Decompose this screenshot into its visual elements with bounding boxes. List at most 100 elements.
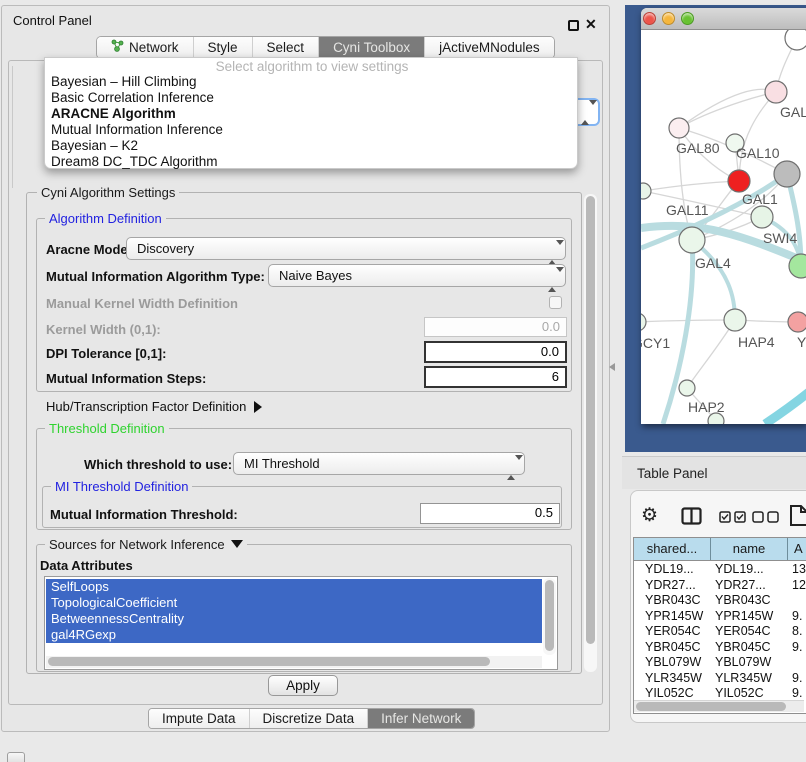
tab-select[interactable]: Select bbox=[252, 37, 319, 58]
list-item[interactable]: TopologicalCoefficient bbox=[46, 595, 542, 611]
node-label: GAL80 bbox=[676, 140, 720, 156]
algorithm-dropdown-popup: Select algorithm to view settings Bayesi… bbox=[44, 57, 578, 169]
data-attributes-label: Data Attributes bbox=[40, 558, 133, 573]
column-header[interactable]: name bbox=[711, 538, 788, 560]
menu-item[interactable]: Basic Correlation Inference bbox=[47, 90, 575, 106]
dpi-tolerance-input[interactable]: 0.0 bbox=[424, 341, 567, 363]
network-node bbox=[679, 380, 695, 396]
hub-tf-definition-toggle[interactable]: Hub/Transcription Factor Definition bbox=[46, 399, 262, 414]
mi-threshold-label: Mutual Information Threshold: bbox=[50, 507, 238, 522]
node-label: GAL10 bbox=[736, 145, 780, 161]
tab-impute-data[interactable]: Impute Data bbox=[149, 709, 249, 728]
kernel-width-label: Kernel Width (0,1): bbox=[46, 322, 161, 337]
menu-item[interactable]: Bayesian – K2 bbox=[47, 138, 575, 154]
tab-network[interactable]: Network bbox=[97, 37, 193, 58]
table-row[interactable]: YLR345W YLR345W 9. bbox=[634, 671, 806, 687]
restore-panel-button[interactable] bbox=[7, 752, 25, 762]
mi-algorithm-type-select[interactable]: Naive Bayes bbox=[268, 264, 566, 287]
network-node bbox=[788, 312, 806, 332]
column-selector-icon[interactable] bbox=[681, 507, 702, 528]
aracne-mode-select[interactable]: Discovery bbox=[126, 237, 566, 260]
split-pane-collapse-icon[interactable] bbox=[609, 363, 615, 371]
combo-arrows-icon bbox=[507, 457, 516, 478]
node-table: shared... name A YDL19... YDL19... 13 YD… bbox=[633, 537, 806, 714]
network-node bbox=[669, 118, 689, 138]
combo-arrows-icon bbox=[548, 269, 557, 290]
node-label: GAL bbox=[780, 104, 806, 120]
table-row[interactable]: YBR043C YBR043C bbox=[634, 593, 806, 609]
algorithm-definition-title: Algorithm Definition bbox=[45, 211, 166, 226]
node-label: HAP2 bbox=[688, 399, 725, 415]
tab-cyni-toolbox[interactable]: Cyni Toolbox bbox=[318, 37, 424, 58]
table-panel-title: Table Panel bbox=[622, 456, 806, 489]
table-row[interactable]: YDL19... YDL19... 13 bbox=[634, 562, 806, 578]
tab-infer-network[interactable]: Infer Network bbox=[367, 709, 474, 728]
sources-title[interactable]: Sources for Network Inference bbox=[45, 537, 247, 552]
table-row[interactable]: YBR045C YBR045C 9. bbox=[634, 640, 806, 656]
menu-item[interactable]: Bayesian – Hill Climbing bbox=[47, 74, 575, 90]
network-node bbox=[751, 206, 773, 228]
tab-jactivemnodules[interactable]: jActiveMNodules bbox=[424, 37, 554, 58]
menu-item[interactable]: Dream8 DC_TDC Algorithm bbox=[47, 154, 575, 170]
apply-button[interactable]: Apply bbox=[268, 675, 338, 696]
export-table-icon[interactable] bbox=[789, 504, 806, 530]
attributes-list-hscrollbar[interactable] bbox=[46, 656, 542, 668]
attributes-list-vscrollbar[interactable] bbox=[543, 578, 556, 655]
cyni-algorithm-settings-title: Cyni Algorithm Settings bbox=[37, 185, 179, 200]
manual-kernel-width-checkbox[interactable] bbox=[549, 296, 562, 309]
which-threshold-select[interactable]: MI Threshold bbox=[233, 452, 525, 475]
network-window-titlebar[interactable] bbox=[641, 8, 806, 30]
algorithm-selector-combo-edge[interactable] bbox=[577, 98, 600, 126]
kernel-width-input: 0.0 bbox=[424, 317, 567, 337]
combo-arrows-icon bbox=[548, 242, 557, 263]
network-node bbox=[724, 309, 746, 331]
deselect-all-icon[interactable] bbox=[752, 511, 780, 526]
hidden-groupbox-edge bbox=[12, 66, 13, 188]
column-header[interactable]: A bbox=[788, 538, 806, 560]
table-row[interactable]: YBL079W YBL079W bbox=[634, 655, 806, 671]
tab-discretize-data[interactable]: Discretize Data bbox=[249, 709, 368, 728]
menu-item[interactable]: Mutual Information Inference bbox=[47, 122, 575, 138]
list-item[interactable]: SelfLoops bbox=[46, 579, 542, 595]
which-threshold-label: Which threshold to use: bbox=[84, 457, 232, 472]
table-hscrollbar[interactable] bbox=[634, 700, 804, 712]
network-canvas[interactable]: GAL GAL80 GAL10 GAL11 GAL1 SWI4 GAL4 GCY… bbox=[641, 30, 806, 424]
cyni-bottom-tabbar: Impute Data Discretize Data Infer Networ… bbox=[148, 708, 475, 729]
list-item[interactable]: BetweennessCentrality bbox=[46, 611, 542, 627]
tab-network-label: Network bbox=[129, 37, 179, 58]
control-panel-title: Control Panel bbox=[13, 13, 92, 28]
network-node bbox=[641, 183, 651, 199]
settings-scrollbar[interactable] bbox=[584, 194, 597, 672]
close-window-icon[interactable] bbox=[643, 12, 656, 25]
node-label: GCY1 bbox=[641, 335, 670, 351]
zoom-window-icon[interactable] bbox=[681, 12, 694, 25]
column-header[interactable]: shared... bbox=[634, 538, 711, 560]
expand-right-icon bbox=[254, 401, 262, 413]
network-node bbox=[641, 313, 646, 331]
tab-style[interactable]: Style bbox=[193, 37, 252, 58]
control-panel-tabbar: Network Style Select Cyni Toolbox jActiv… bbox=[96, 36, 555, 59]
list-item[interactable]: gal4RGexp bbox=[46, 627, 542, 643]
mi-steps-input[interactable]: 6 bbox=[424, 366, 567, 388]
close-panel-icon[interactable]: ✕ bbox=[585, 16, 597, 33]
network-icon bbox=[111, 37, 124, 58]
node-label: Y bbox=[797, 334, 806, 350]
table-row[interactable]: YDR27... YDR27... 12 bbox=[634, 578, 806, 594]
dpi-tolerance-label: DPI Tolerance [0,1]: bbox=[46, 346, 166, 361]
mi-algorithm-type-label: Mutual Information Algorithm Type: bbox=[46, 269, 265, 284]
table-row[interactable]: YER054C YER054C 8. bbox=[634, 624, 806, 640]
mi-threshold-input[interactable]: 0.5 bbox=[420, 503, 560, 524]
network-node bbox=[774, 161, 800, 187]
minimize-window-icon[interactable] bbox=[662, 12, 675, 25]
mi-steps-label: Mutual Information Steps: bbox=[46, 371, 206, 386]
node-label: GAL1 bbox=[742, 191, 778, 207]
gear-icon[interactable]: ⚙ bbox=[641, 504, 658, 527]
table-row[interactable]: YPR145W YPR145W 9. bbox=[634, 609, 806, 625]
network-node bbox=[679, 227, 705, 253]
screen: Control Panel ✕ Network Style Select Cyn… bbox=[0, 0, 806, 762]
menu-item-selected[interactable]: ARACNE Algorithm bbox=[47, 106, 575, 122]
manual-kernel-width-label: Manual Kernel Width Definition bbox=[46, 296, 238, 311]
table-header-row: shared... name A bbox=[634, 538, 806, 561]
float-panel-icon[interactable] bbox=[568, 20, 579, 31]
select-all-icon[interactable] bbox=[719, 511, 747, 526]
